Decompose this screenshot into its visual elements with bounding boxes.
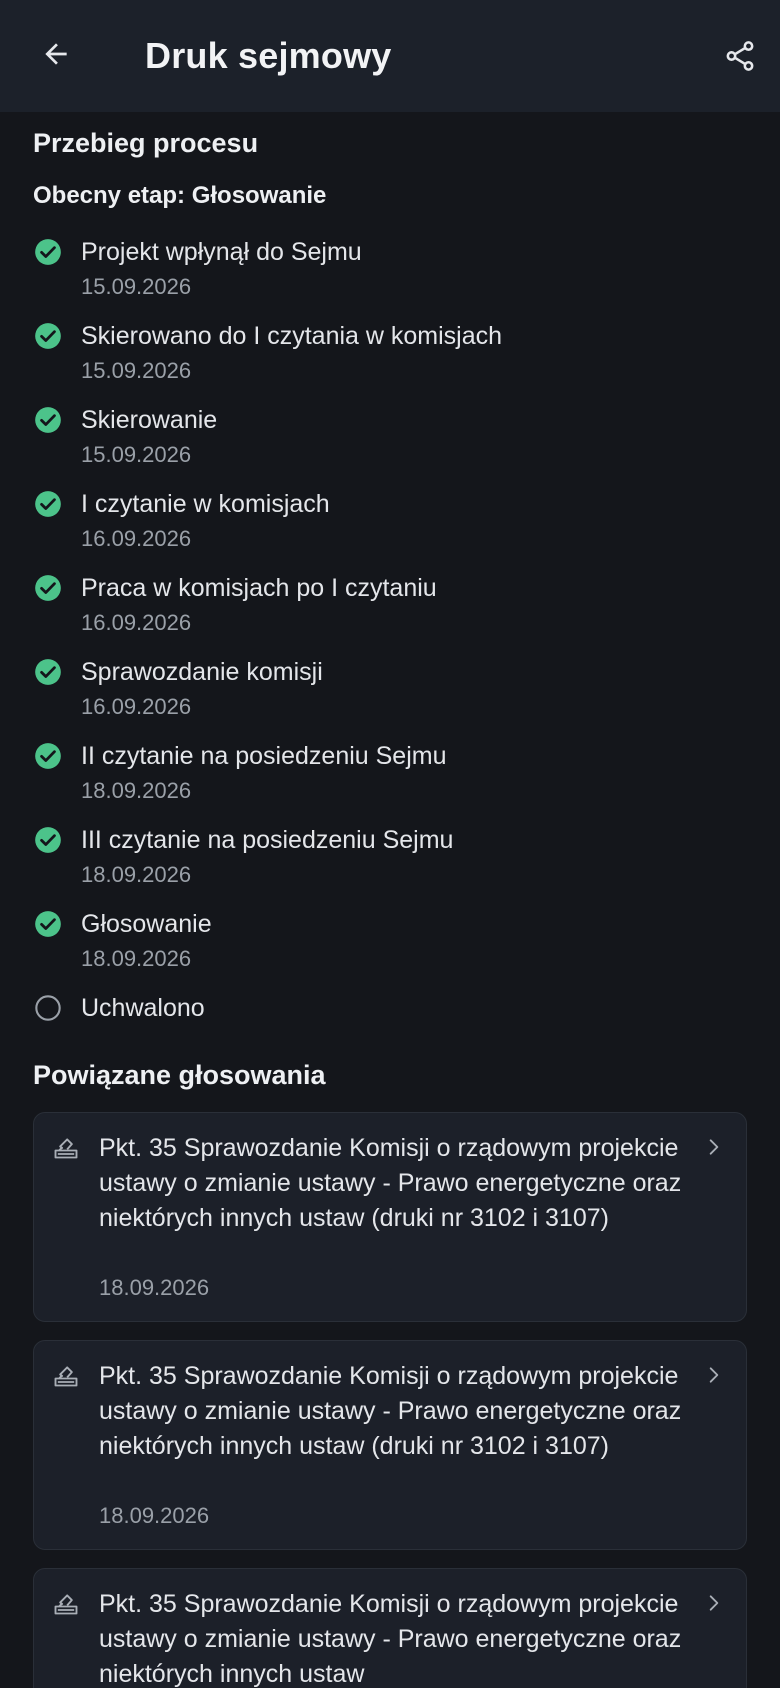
ballot-box-icon: [54, 1594, 78, 1615]
check-circle-icon: [35, 743, 61, 769]
vote-title: Pkt. 35 Sprawozdanie Komisji o rządowym …: [99, 1590, 682, 1688]
list-item: III czytanie na posiedzeniu Sejmu 18.09.…: [0, 826, 780, 910]
list-item: II czytanie na posiedzeniu Sejmu 18.09.2…: [0, 742, 780, 826]
step-label: Projekt wpłynął do Sejmu: [81, 238, 362, 266]
check-circle-icon: [35, 491, 61, 517]
step-label: Głosowanie: [81, 910, 212, 938]
app-bar: Druk sejmowy: [0, 0, 780, 112]
list-item: I czytanie w komisjach 16.09.2026: [0, 490, 780, 574]
check-circle-icon: [35, 323, 61, 349]
step-date: 16.09.2026: [81, 694, 192, 719]
check-circle-icon: [35, 911, 61, 937]
list-item: Praca w komisjach po I czytaniu 16.09.20…: [0, 574, 780, 658]
step-date: 15.09.2026: [81, 358, 192, 383]
step-label: II czytanie na posiedzeniu Sejmu: [81, 742, 447, 770]
process-section-title: Przebieg procesu: [33, 128, 259, 158]
vote-date: 18.09.2026: [99, 1275, 210, 1300]
check-circle-icon: [35, 575, 61, 601]
ballot-box-icon: [54, 1366, 78, 1387]
step-label: Uchwalono: [81, 994, 205, 1022]
check-circle-icon: [35, 659, 61, 685]
chevron-right-icon: [709, 1595, 719, 1611]
vote-title: Pkt. 35 Sprawozdanie Komisji o rządowym …: [99, 1134, 682, 1232]
votes-section-title: Powiązane głosowania: [33, 1060, 326, 1090]
arrow-left-icon: [45, 43, 67, 65]
page-title: Druk sejmowy: [145, 35, 392, 76]
current-stage: Obecny etap: Głosowanie: [33, 182, 327, 209]
chevron-right-icon: [709, 1367, 719, 1383]
list-item: Skierowanie 15.09.2026: [0, 406, 780, 490]
step-date: 18.09.2026: [81, 946, 192, 971]
ballot-box-icon: [54, 1138, 78, 1159]
vote-card[interactable]: Pkt. 35 Sprawozdanie Komisji o rządowym …: [33, 1568, 747, 1688]
list-item: Skierowano do I czytania w komisjach 15.…: [0, 322, 780, 406]
empty-circle-icon: [35, 995, 61, 1021]
list-item: Głosowanie 18.09.2026: [0, 910, 780, 994]
check-circle-icon: [35, 239, 61, 265]
vote-card[interactable]: Pkt. 35 Sprawozdanie Komisji o rządowym …: [33, 1340, 747, 1550]
step-date: 16.09.2026: [81, 526, 192, 551]
step-label: III czytanie na posiedzeniu Sejmu: [81, 826, 454, 854]
step-date: 18.09.2026: [81, 862, 192, 887]
step-date: 15.09.2026: [81, 442, 192, 467]
vote-card[interactable]: Pkt. 35 Sprawozdanie Komisji o rządowym …: [33, 1112, 747, 1322]
step-label: Praca w komisjach po I czytaniu: [81, 574, 437, 602]
step-date: 15.09.2026: [81, 274, 192, 299]
step-label: Sprawozdanie komisji: [81, 658, 323, 686]
chevron-right-icon: [709, 1139, 719, 1155]
step-date: 18.09.2026: [81, 778, 192, 803]
back-button[interactable]: [36, 34, 76, 74]
check-circle-icon: [35, 827, 61, 853]
check-circle-icon: [35, 407, 61, 433]
share-button[interactable]: [720, 36, 760, 76]
share-icon: [726, 41, 754, 71]
step-label: Skierowano do I czytania w komisjach: [81, 322, 503, 350]
vote-date: 18.09.2026: [99, 1503, 210, 1528]
step-label: Skierowanie: [81, 406, 218, 434]
step-date: 16.09.2026: [81, 610, 192, 635]
list-item: Projekt wpłynął do Sejmu 15.09.2026: [0, 238, 780, 322]
vote-title: Pkt. 35 Sprawozdanie Komisji o rządowym …: [99, 1362, 682, 1460]
step-label: I czytanie w komisjach: [81, 490, 330, 518]
list-item: Sprawozdanie komisji 16.09.2026: [0, 658, 780, 742]
